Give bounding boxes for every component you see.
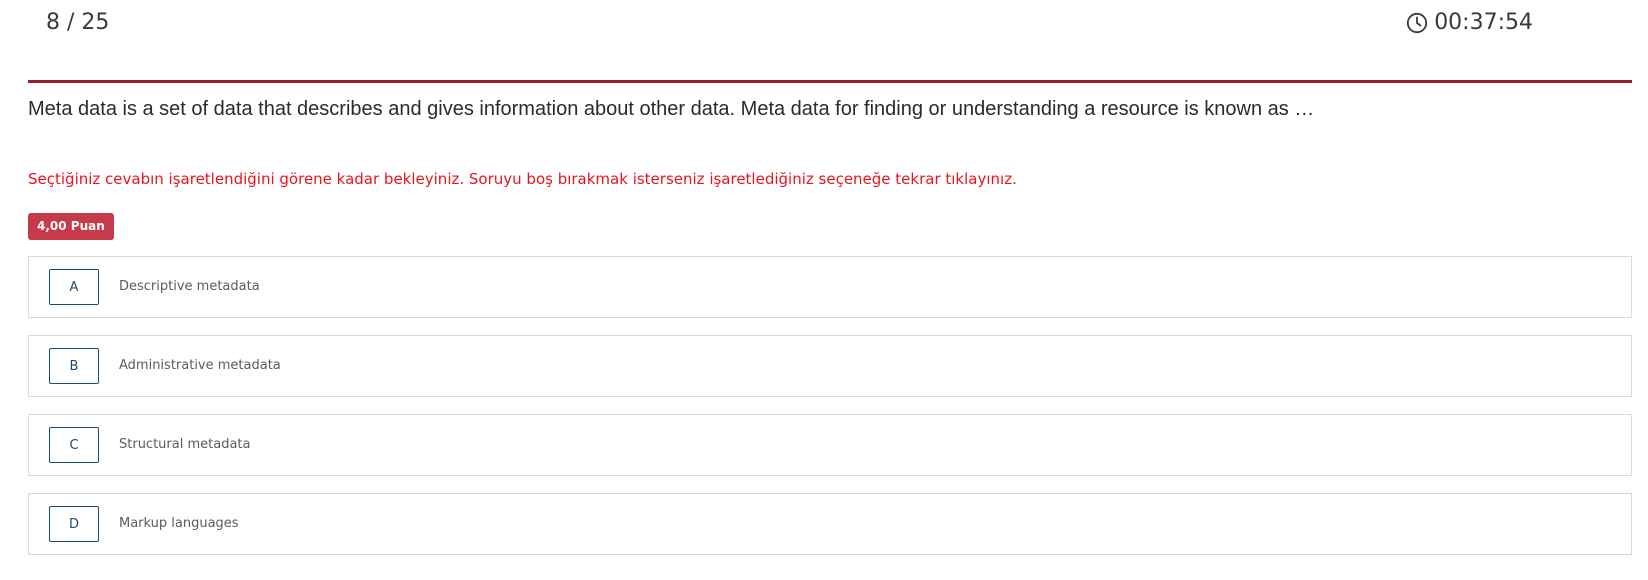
exam-timer: 00:37:54 [1406, 10, 1533, 35]
option-letter: A [49, 269, 99, 305]
clock-icon [1406, 12, 1428, 34]
option-letter: D [49, 506, 99, 542]
option-letter: C [49, 427, 99, 463]
header-divider [28, 80, 1632, 83]
option-text: Structural metadata [119, 437, 251, 452]
option-text: Markup languages [119, 516, 239, 531]
option-c[interactable]: C Structural metadata [28, 414, 1632, 476]
question-counter: 8 / 25 [46, 10, 110, 35]
option-b[interactable]: B Administrative metadata [28, 335, 1632, 397]
option-d[interactable]: D Markup languages [28, 493, 1632, 555]
exam-page: 8 / 25 00:37:54 Meta data is a set of da… [0, 0, 1648, 580]
option-a[interactable]: A Descriptive metadata [28, 256, 1632, 318]
option-text: Descriptive metadata [119, 279, 260, 294]
question-text: Meta data is a set of data that describe… [28, 98, 1315, 120]
answer-options: A Descriptive metadata B Administrative … [28, 256, 1632, 572]
option-letter: B [49, 348, 99, 384]
points-badge: 4,00 Puan [28, 213, 114, 240]
option-text: Administrative metadata [119, 358, 281, 373]
timer-value: 00:37:54 [1434, 10, 1533, 35]
instruction-warning: Seçtiğiniz cevabın işaretlendiğini gören… [28, 170, 1017, 188]
